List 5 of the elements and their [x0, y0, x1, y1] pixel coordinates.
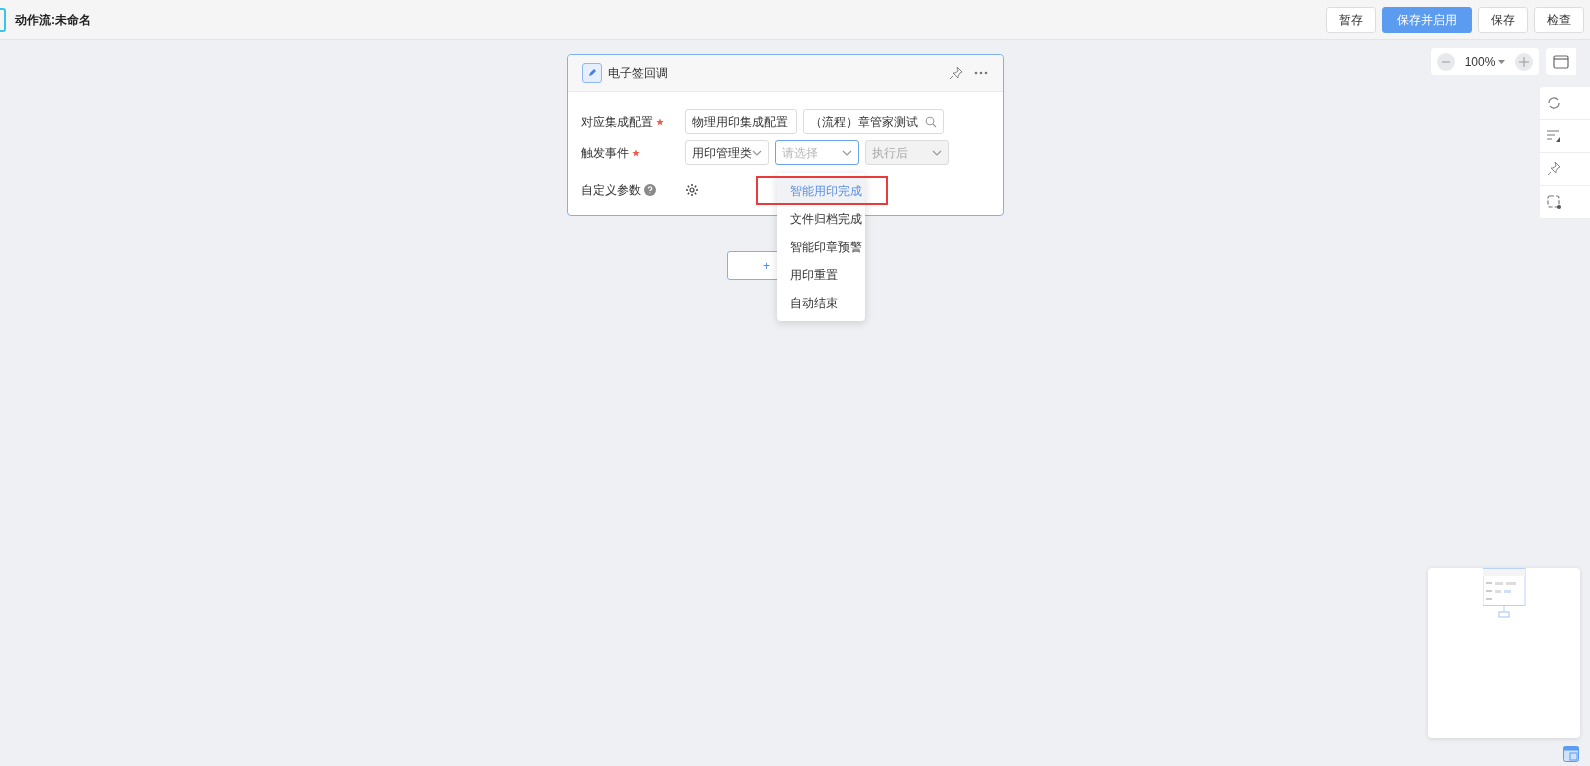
- node-title: 电子签回调: [608, 65, 669, 82]
- field-label: 触发事件: [581, 144, 629, 162]
- page-title: 动作流:未命名: [15, 11, 91, 29]
- field-label: 对应集成配置: [581, 113, 653, 131]
- field-label: 自定义参数: [581, 181, 641, 199]
